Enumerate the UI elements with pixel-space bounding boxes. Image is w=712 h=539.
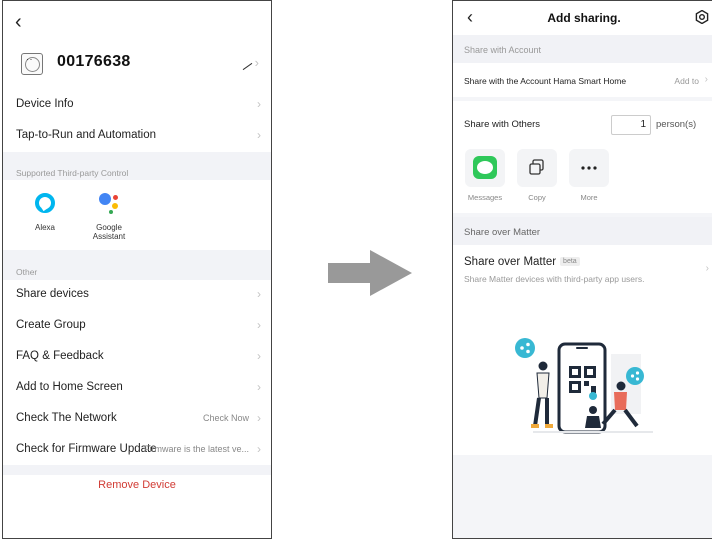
page-title: Add sharing.: [547, 11, 621, 25]
firmware-update-row[interactable]: Check for Firmware Update Firmware is th…: [3, 435, 271, 465]
row-label: Share devices: [16, 288, 89, 300]
share-account-label: Share with the Account Hama Smart Home: [464, 76, 627, 86]
share-account-row[interactable]: Share with the Account Hama Smart Home A…: [453, 63, 712, 97]
row-label: Check for Firmware Update: [16, 443, 157, 455]
alexa-tile[interactable]: Alexa: [15, 191, 75, 232]
settings-icon[interactable]: [695, 10, 709, 24]
row-label: Tap-to-Run and Automation: [16, 129, 157, 141]
add-to-home-screen-row[interactable]: Add to Home Screen ›: [3, 373, 271, 403]
device-info-row[interactable]: Device Info ›: [3, 90, 271, 120]
section-gap: [3, 465, 271, 475]
row-label: Check The Network: [16, 412, 117, 424]
chevron-right-icon: ›: [257, 287, 261, 301]
device-settings-screen: ‹ 00176638 › Device Info › Tap-to-Run an…: [2, 0, 272, 539]
chevron-right-icon: ›: [257, 97, 261, 111]
chevron-right-icon: ›: [257, 128, 261, 142]
row-label: Device Info: [16, 98, 74, 110]
share-others-label: Share with Others: [464, 119, 541, 130]
more-icon: [581, 166, 597, 170]
device-name: 00176638: [57, 53, 131, 70]
google-assistant-tile[interactable]: Google Assistant: [79, 191, 139, 241]
tile-label: Google Assistant: [92, 223, 126, 241]
arrow-right-icon: [328, 250, 412, 296]
chevron-right-icon: ›: [257, 349, 261, 363]
smart-plug-icon: [21, 53, 43, 75]
alexa-icon: [33, 191, 57, 215]
messages-label: Messages: [467, 193, 503, 202]
person-count-input[interactable]: 1: [611, 115, 651, 135]
add-to-link[interactable]: Add to: [674, 76, 699, 86]
row-label: FAQ & Feedback: [16, 350, 104, 362]
share-account-header: Share with Account: [453, 35, 712, 63]
matter-header: Share over Matter: [453, 217, 712, 245]
copy-button[interactable]: [517, 149, 557, 187]
chevron-right-icon: ›: [257, 411, 261, 425]
matter-description: Share Matter devices with third-party ap…: [464, 274, 645, 284]
more-label: More: [580, 193, 598, 202]
person-unit: person(s): [656, 119, 697, 130]
remove-device-button[interactable]: Remove Device: [3, 479, 271, 491]
share-matter-illustration-icon: [515, 338, 653, 434]
chevron-right-icon: ›: [705, 263, 709, 274]
third-party-header: Supported Third-party Control: [3, 152, 271, 180]
other-header: Other: [3, 250, 271, 280]
tap-to-run-row[interactable]: Tap-to-Run and Automation ›: [3, 121, 271, 151]
more-button[interactable]: [569, 149, 609, 187]
chevron-right-icon: ›: [257, 380, 261, 394]
row-value: Firmware is the latest ve...: [143, 444, 249, 454]
check-network-row[interactable]: Check The Network Check Now ›: [3, 404, 271, 434]
beta-badge: beta: [560, 257, 580, 266]
matter-title: Share over Matter beta: [464, 256, 580, 268]
add-sharing-screen: ‹ Add sharing. Share with Account Share …: [452, 0, 712, 539]
copy-icon: [529, 159, 544, 175]
chevron-right-icon: ›: [257, 442, 261, 456]
faq-feedback-row[interactable]: FAQ & Feedback ›: [3, 342, 271, 372]
chevron-right-icon: ›: [257, 318, 261, 332]
edit-icon[interactable]: ›: [242, 55, 259, 71]
device-header: 00176638 ›: [3, 45, 271, 85]
top-bar: ‹ Add sharing.: [453, 1, 712, 35]
google-assistant-icon: [97, 191, 121, 215]
row-label: Create Group: [16, 319, 86, 331]
tile-label: Alexa: [34, 223, 55, 232]
copy-label: Copy: [528, 193, 546, 202]
row-label: Add to Home Screen: [16, 381, 123, 393]
create-group-row[interactable]: Create Group ›: [3, 311, 271, 341]
messages-button[interactable]: [465, 149, 505, 187]
messages-icon: [473, 156, 497, 179]
row-value: Check Now: [202, 413, 249, 423]
back-icon[interactable]: ‹: [15, 11, 35, 33]
chevron-right-icon: ›: [704, 74, 708, 85]
share-devices-row[interactable]: Share devices ›: [3, 280, 271, 310]
